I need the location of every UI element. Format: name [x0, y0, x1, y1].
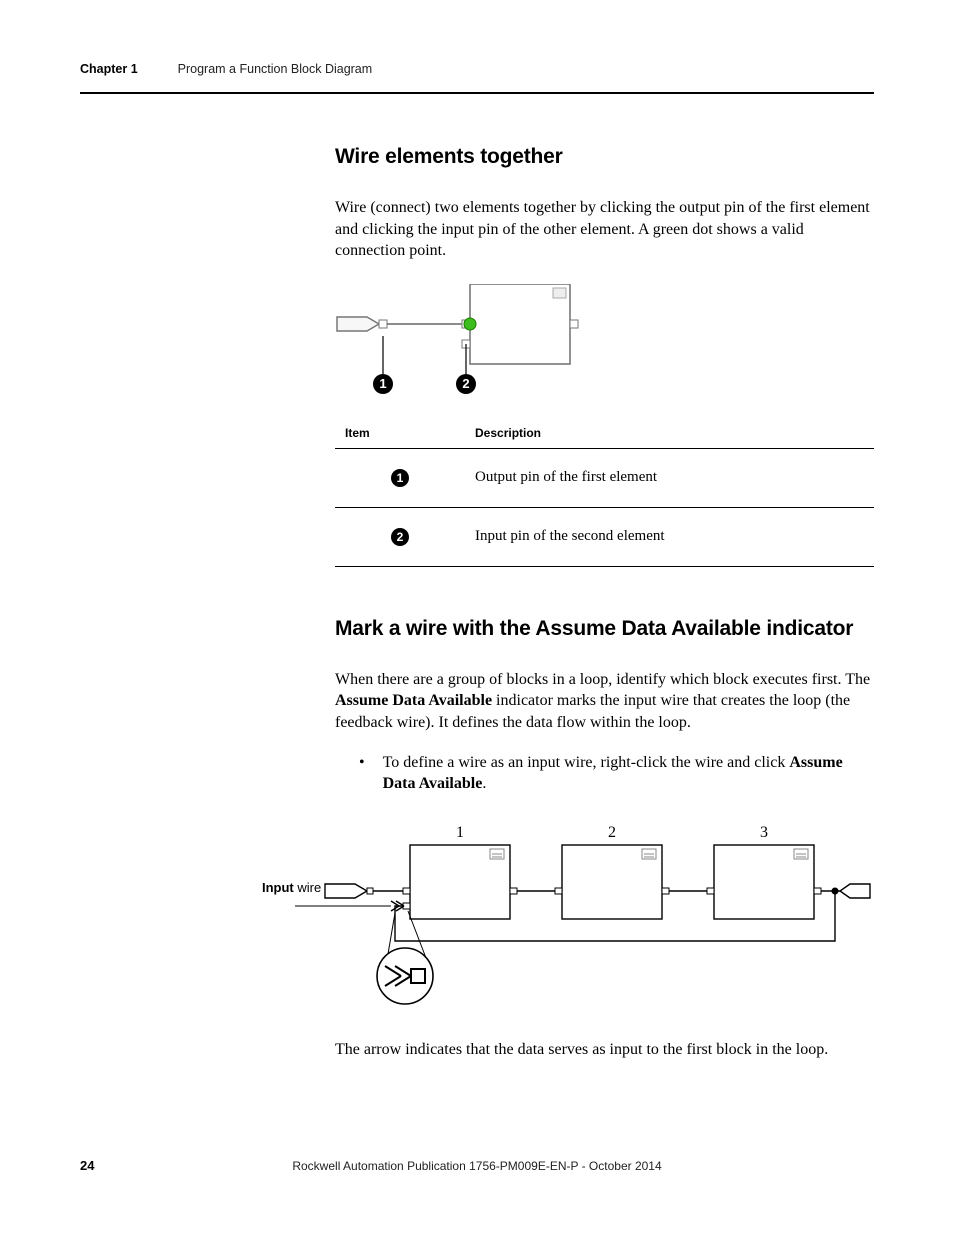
- section2-paragraph: When there are a group of blocks in a lo…: [335, 669, 874, 734]
- page: Chapter 1 Program a Function Block Diagr…: [0, 0, 954, 1235]
- section2-closing-paragraph: The arrow indicates that the data serves…: [335, 1039, 874, 1061]
- input-wire-label: Input wire: [262, 880, 321, 895]
- th-desc: Description: [465, 418, 874, 449]
- section-heading-wire-elements: Wire elements together: [335, 145, 874, 169]
- chapter-title: Program a Function Block Diagram: [178, 62, 373, 76]
- th-item: Item: [335, 418, 465, 449]
- svg-text:1: 1: [379, 376, 386, 391]
- callout-1-icon: 1: [391, 469, 409, 487]
- table-row: 2 Input pin of the second element: [335, 507, 874, 566]
- bullet-icon: •: [359, 752, 365, 795]
- section1-paragraph: Wire (connect) two elements together by …: [335, 197, 874, 262]
- header-rule: [80, 92, 874, 94]
- table-row: 1 Output pin of the first element: [335, 448, 874, 507]
- section-heading-assume-data: Mark a wire with the Assume Data Availab…: [335, 617, 874, 641]
- row-desc: Output pin of the first element: [465, 448, 874, 507]
- text-bold: Assume Data Available: [335, 692, 492, 709]
- callout-2-icon: 2: [391, 528, 409, 546]
- diagram-assume-data-available: 1 2 3: [295, 821, 880, 1021]
- diagram-wire-elements: 1 2: [335, 284, 585, 404]
- bullet-text: To define a wire as an input wire, right…: [383, 752, 874, 795]
- block1-label: 1: [456, 824, 464, 841]
- block2-label: 2: [608, 824, 616, 841]
- text: To define a wire as an input wire, right…: [383, 754, 790, 771]
- text: .: [482, 775, 486, 792]
- item-description-table: Item Description 1 Output pin of the fir…: [335, 418, 874, 567]
- content: Wire elements together Wire (connect) tw…: [335, 145, 874, 1070]
- row-desc: Input pin of the second element: [465, 507, 874, 566]
- bullet-item: • To define a wire as an input wire, rig…: [359, 752, 874, 795]
- text: When there are a group of blocks in a lo…: [335, 671, 870, 688]
- publication-footer: Rockwell Automation Publication 1756-PM0…: [0, 1159, 954, 1173]
- page-header: Chapter 1 Program a Function Block Diagr…: [80, 62, 874, 76]
- chapter-label: Chapter 1: [80, 62, 138, 76]
- svg-text:2: 2: [462, 376, 469, 391]
- text: wire: [294, 880, 321, 895]
- block3-label: 3: [760, 824, 768, 841]
- text-bold: Input: [262, 880, 294, 895]
